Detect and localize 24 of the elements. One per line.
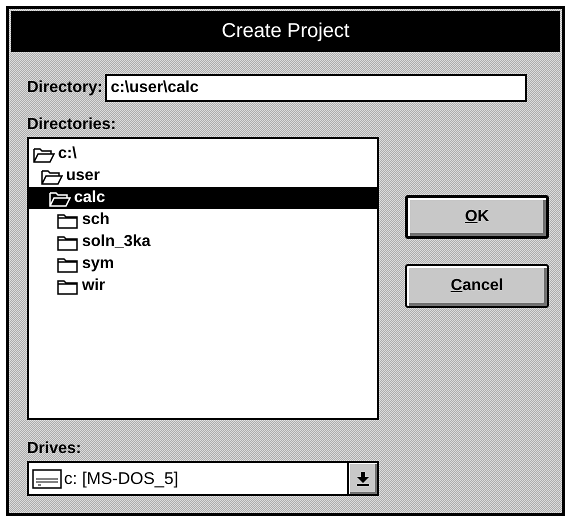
- folder-icon: [57, 212, 79, 228]
- directory-item[interactable]: wir: [29, 275, 377, 297]
- directory-item[interactable]: sym: [29, 253, 377, 275]
- window-title: Create Project: [11, 11, 560, 52]
- directory-item[interactable]: calc: [29, 187, 377, 209]
- directory-label: Directory:: [27, 79, 103, 97]
- dialog-button[interactable]: Cancel: [405, 264, 549, 308]
- directory-item[interactable]: c:\: [29, 143, 377, 165]
- directories-list[interactable]: c:\ user calc sch soln_3ka sym wir: [27, 137, 379, 420]
- open-folder-icon: [41, 168, 63, 184]
- directories-label: Directories:: [27, 116, 117, 134]
- drives-label: Drives:: [27, 440, 82, 458]
- open-folder-icon: [49, 190, 71, 206]
- folder-icon: [57, 256, 79, 272]
- folder-icon: [57, 234, 79, 250]
- directory-item[interactable]: user: [29, 165, 377, 187]
- drives-dropdown[interactable]: c: [MS-DOS_5]: [27, 461, 379, 496]
- drive-icon: [32, 468, 62, 488]
- directory-field[interactable]: c:\user\calc: [104, 74, 527, 102]
- open-folder-icon: [33, 146, 55, 162]
- directory-item[interactable]: soln_3ka: [29, 231, 377, 253]
- dialog-button[interactable]: OK: [405, 195, 549, 239]
- folder-icon: [57, 278, 79, 294]
- directory-item[interactable]: sch: [29, 209, 377, 231]
